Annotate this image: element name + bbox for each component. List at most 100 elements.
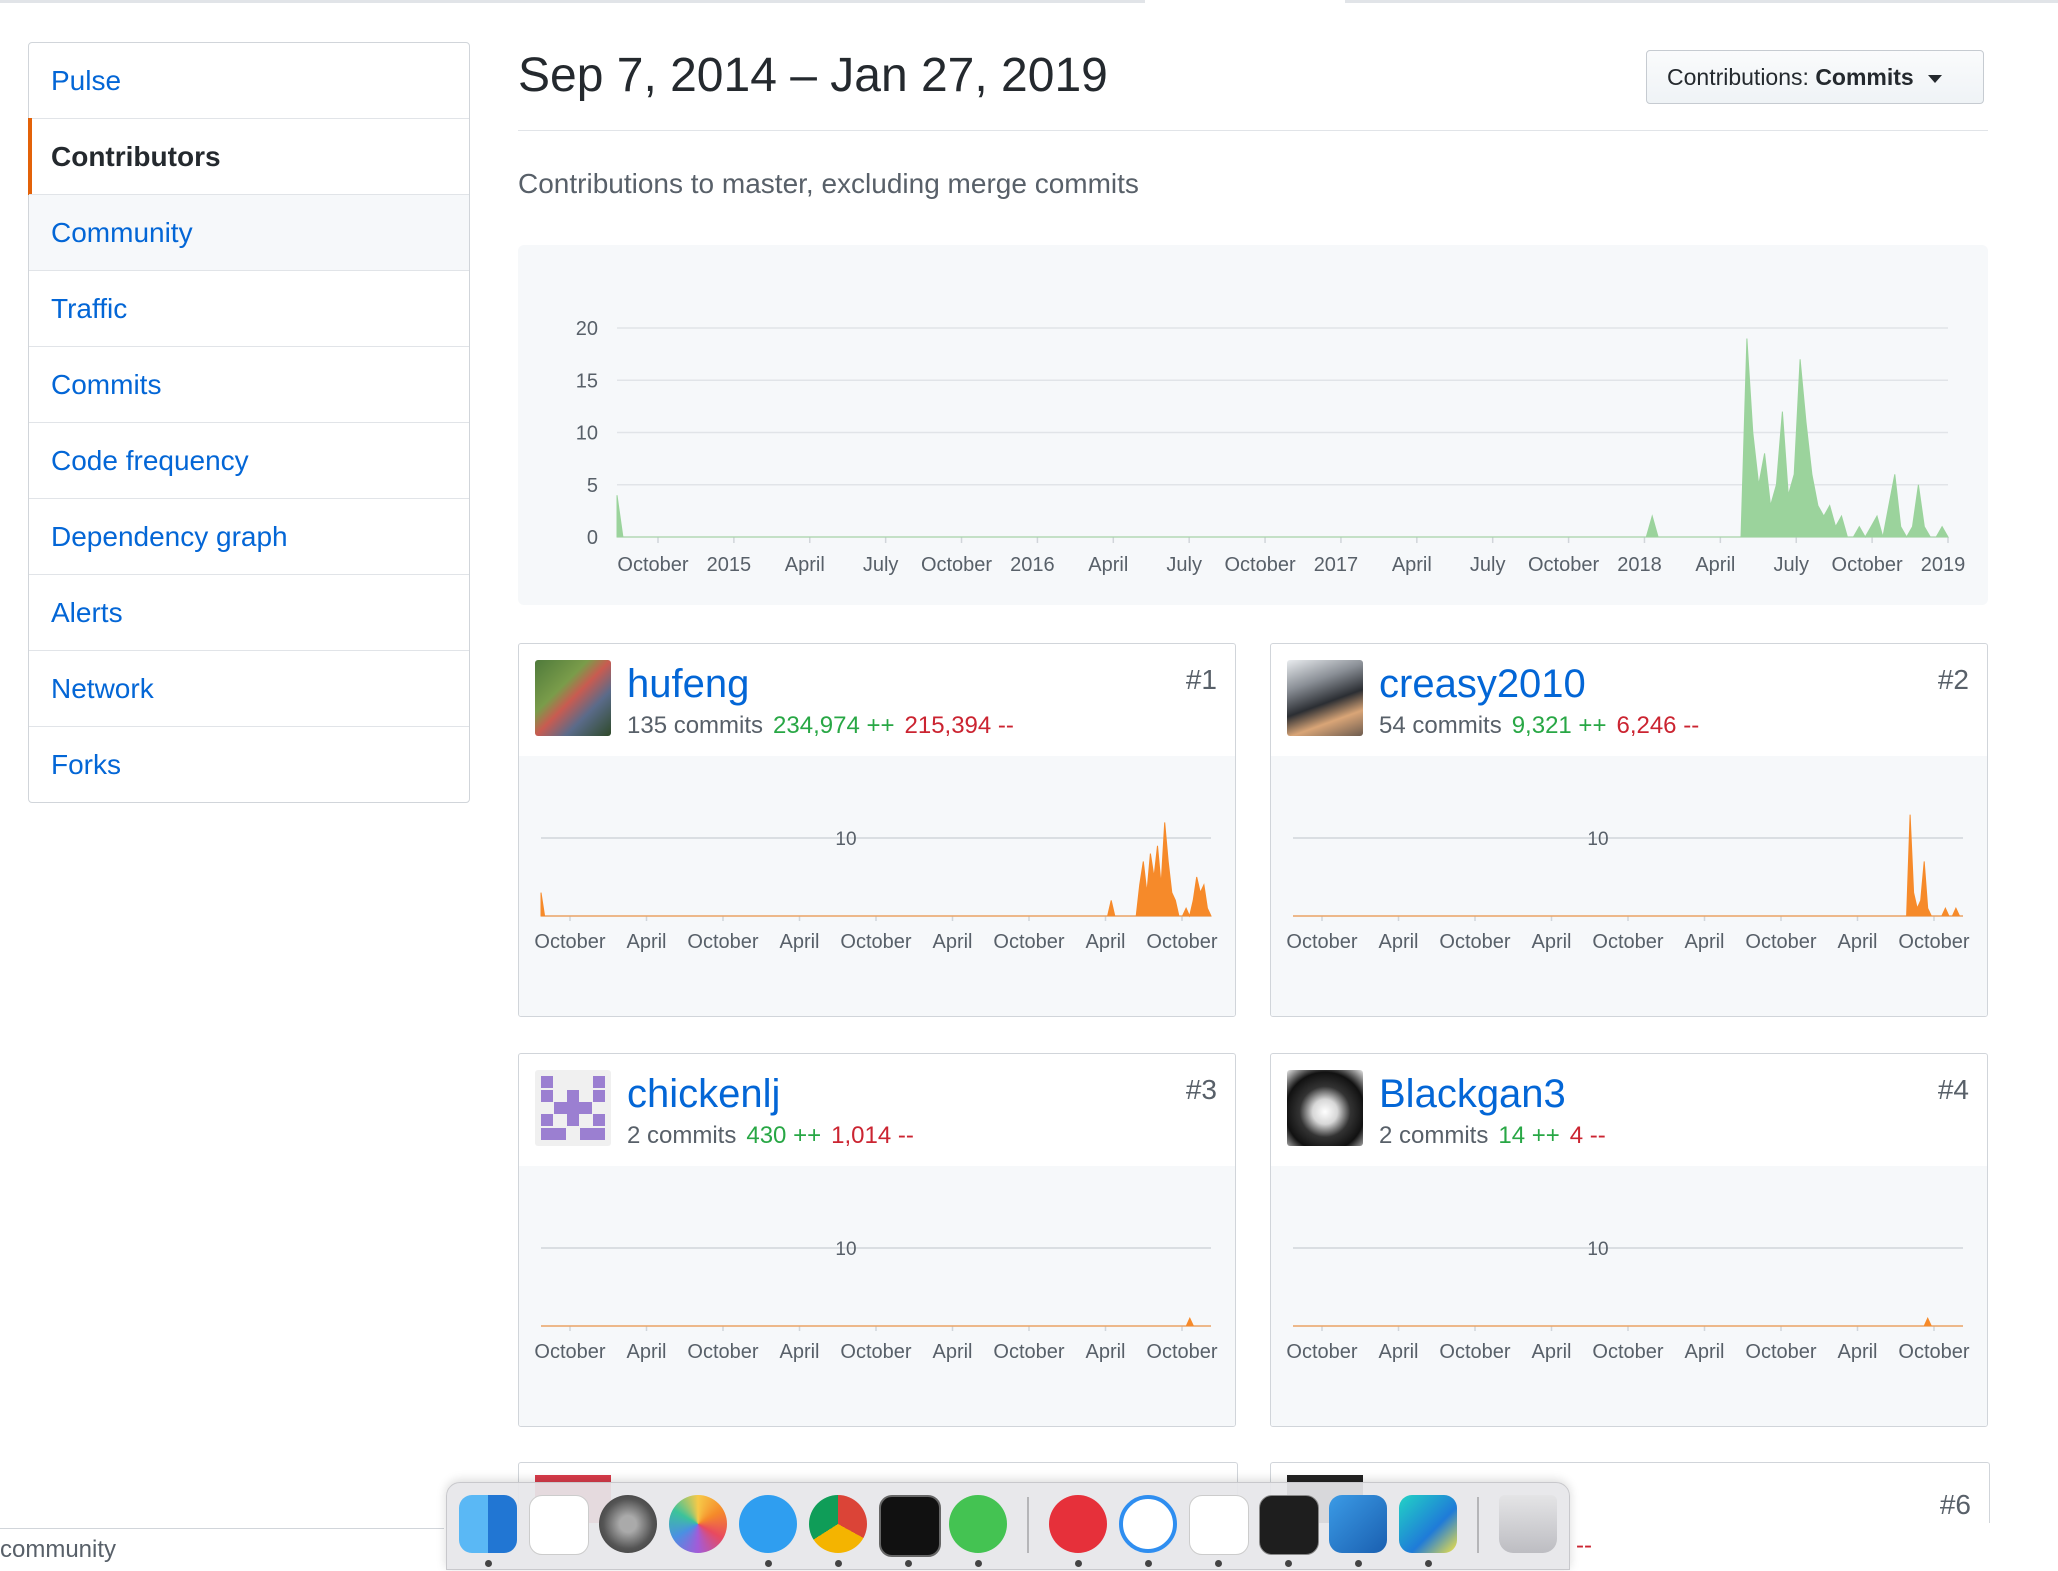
x-tick-label: 2016 bbox=[1010, 554, 1055, 576]
commit-count[interactable]: 54 commits bbox=[1379, 712, 1502, 739]
running-indicator bbox=[1425, 1560, 1432, 1567]
identicon bbox=[541, 1076, 605, 1140]
x-tick-label: April bbox=[626, 931, 666, 953]
lark-icon[interactable] bbox=[1119, 1495, 1177, 1553]
sidebar-item-traffic[interactable]: Traffic bbox=[29, 270, 469, 346]
x-tick-label: October bbox=[993, 1341, 1064, 1363]
deletions: 4 -- bbox=[1569, 1122, 1606, 1149]
x-tick-label: October bbox=[840, 931, 911, 953]
card-header: creasy2010 54 commits 9,321 ++ 6,246 -- #2 bbox=[1271, 644, 1987, 757]
running-indicator bbox=[975, 1560, 982, 1567]
reminders-icon[interactable] bbox=[529, 1495, 589, 1555]
contributor-rank: #2 bbox=[1937, 664, 1969, 695]
x-tick-label: April bbox=[1531, 931, 1571, 953]
x-tick-label: April bbox=[1378, 931, 1418, 953]
x-tick-label: April bbox=[1837, 1341, 1877, 1363]
x-tick-label: April bbox=[785, 554, 825, 576]
x-tick-label: July bbox=[1470, 554, 1506, 576]
x-tick-label: October bbox=[1592, 1341, 1663, 1363]
terminal-icon[interactable] bbox=[1259, 1495, 1319, 1555]
x-tick-label: 2019 bbox=[1921, 554, 1966, 576]
sidebar-item-network[interactable]: Network bbox=[29, 650, 469, 726]
wechat-icon[interactable] bbox=[949, 1495, 1007, 1553]
status-url: community bbox=[0, 1536, 117, 1563]
trash-icon[interactable] bbox=[1499, 1495, 1557, 1553]
activity-monitor-icon[interactable] bbox=[879, 1495, 941, 1557]
x-tick-label: April bbox=[1684, 931, 1724, 953]
contributor-card: Blackgan3 2 commits 14 ++ 4 -- #4 10 Octobe… bbox=[1270, 1053, 1988, 1427]
x-tick-label: October bbox=[617, 554, 688, 576]
x-tick-label: October bbox=[534, 1341, 605, 1363]
sidebar-item-contributors[interactable]: Contributors bbox=[28, 118, 469, 195]
caret-down-icon bbox=[1928, 74, 1943, 83]
x-tick-label: October bbox=[1286, 931, 1357, 953]
baidu-netdisk-icon[interactable] bbox=[1189, 1495, 1249, 1555]
contributor-username[interactable]: hufeng bbox=[627, 662, 749, 707]
vscode-icon[interactable] bbox=[1329, 1495, 1387, 1553]
commit-count[interactable]: 2 commits bbox=[627, 1122, 736, 1149]
running-indicator bbox=[485, 1560, 492, 1567]
contributor-stats: 2 commits 14 ++ 4 -- bbox=[1379, 1122, 1606, 1150]
y-tick-label: 20 bbox=[576, 318, 598, 340]
avatar[interactable] bbox=[535, 660, 611, 736]
contributor-username[interactable]: creasy2010 bbox=[1379, 662, 1586, 707]
contributor-username[interactable]: Blackgan3 bbox=[1379, 1072, 1566, 1117]
link-status-bar: community bbox=[0, 1528, 444, 1569]
contributions-area bbox=[616, 338, 1949, 539]
finder-icon[interactable] bbox=[459, 1495, 517, 1553]
contributor-rank: #1 bbox=[1185, 664, 1217, 695]
card-header: Blackgan3 2 commits 14 ++ 4 -- #4 bbox=[1271, 1054, 1987, 1167]
contributor-card: creasy2010 54 commits 9,321 ++ 6,246 -- #2… bbox=[1270, 643, 1988, 1017]
x-tick-label: April bbox=[626, 1341, 666, 1363]
overall-contributions-chart[interactable]: 0 5 10 15 20 October 2015 April July October 2016 A… bbox=[518, 245, 1988, 605]
x-tick-label: 2015 bbox=[707, 554, 752, 576]
y-tick-label: 5 bbox=[587, 475, 598, 497]
sidebar-item-dependency-graph[interactable]: Dependency graph bbox=[29, 498, 469, 574]
avatar[interactable] bbox=[1287, 1070, 1363, 1146]
additions: 234,974 ++ bbox=[773, 712, 895, 739]
sidebar-item-code-frequency[interactable]: Code frequency bbox=[29, 422, 469, 498]
contributor-username[interactable]: chickenlj bbox=[627, 1072, 780, 1117]
avatar[interactable] bbox=[535, 1070, 611, 1146]
deletions: 215,394 -- bbox=[904, 712, 1014, 739]
sidebar-item-commits[interactable]: Commits bbox=[29, 346, 469, 422]
x-tick-label: October bbox=[1898, 931, 1969, 953]
contributor-chart[interactable]: 10 October April October April October April Oc… bbox=[519, 756, 1235, 1016]
contributor-rank: #3 bbox=[1185, 1074, 1217, 1105]
commit-count[interactable]: 135 commits bbox=[627, 712, 763, 739]
chrome-icon[interactable] bbox=[809, 1495, 867, 1553]
webstorm-icon[interactable] bbox=[1399, 1495, 1457, 1553]
y-tick-label: 10 bbox=[1587, 1239, 1608, 1260]
contributor-chart[interactable]: 10 October April October April October April Oc… bbox=[519, 1166, 1235, 1426]
x-tick-label: October bbox=[921, 554, 992, 576]
dingtalk-icon[interactable] bbox=[739, 1495, 797, 1553]
commit-count[interactable]: 2 commits bbox=[1379, 1122, 1488, 1149]
additions: 9,321 ++ bbox=[1511, 712, 1607, 739]
running-indicator bbox=[1355, 1560, 1362, 1567]
running-indicator bbox=[765, 1560, 772, 1567]
commits-area bbox=[540, 822, 1212, 918]
sidebar-item-community[interactable]: Community bbox=[29, 194, 469, 270]
contributions-type-select[interactable]: Contributions: Commits bbox=[1646, 50, 1984, 104]
x-tick-label: October bbox=[993, 931, 1064, 953]
x-tick-label: October bbox=[1745, 931, 1816, 953]
x-tick-label: 2017 bbox=[1314, 554, 1359, 576]
x-tick-label: October bbox=[1286, 1341, 1357, 1363]
y-tick-label: 10 bbox=[1587, 829, 1608, 850]
sidebar-item-alerts[interactable]: Alerts bbox=[29, 574, 469, 650]
wunderlist-icon[interactable] bbox=[1049, 1495, 1107, 1553]
sidebar-item-forks[interactable]: Forks bbox=[29, 726, 469, 802]
chart-subtitle: Contributions to master, excluding merge… bbox=[518, 168, 1139, 199]
commits-area bbox=[1293, 1316, 1963, 1327]
contributor-chart[interactable]: 10 October April October April October April Oc… bbox=[1271, 756, 1987, 1016]
contributor-rank: #6 bbox=[1939, 1489, 1971, 1520]
sidebar-item-pulse[interactable]: Pulse bbox=[29, 43, 469, 118]
avatar[interactable] bbox=[1287, 660, 1363, 736]
y-tick-label: 0 bbox=[587, 527, 598, 549]
photos-icon[interactable] bbox=[669, 1495, 727, 1553]
system-preferences-icon[interactable] bbox=[599, 1495, 657, 1553]
x-tick-label: July bbox=[863, 554, 899, 576]
x-tick-label: April bbox=[1392, 554, 1432, 576]
contributor-chart[interactable]: 10 October April October April October April Oc… bbox=[1271, 1166, 1987, 1426]
running-indicator bbox=[835, 1560, 842, 1567]
